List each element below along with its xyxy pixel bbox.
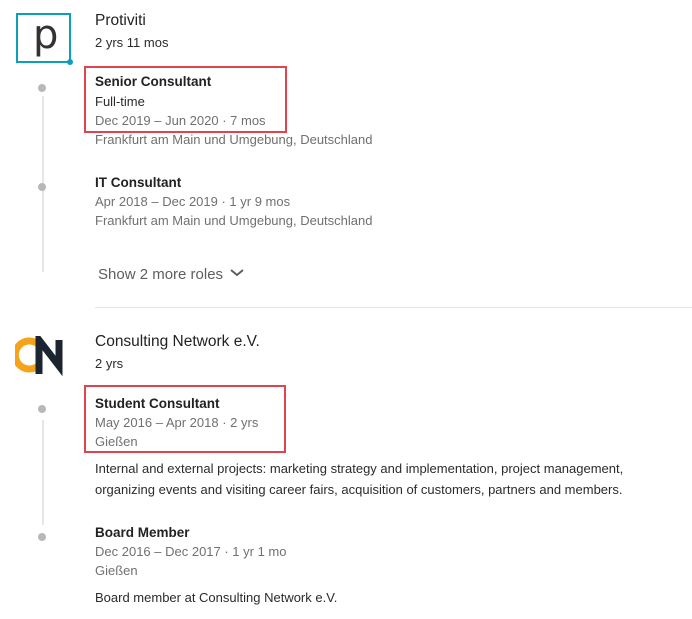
protiviti-logo[interactable]: p [16, 12, 73, 65]
company-duration: 2 yrs [95, 356, 124, 371]
role-title[interactable]: IT Consultant [95, 175, 181, 190]
timeline-dot [38, 533, 46, 541]
show-more-roles-button[interactable]: Show 2 more roles [98, 266, 244, 283]
role-dates: Apr 2018 – Dec 2019 · 1 yr 9 mos [95, 194, 291, 209]
logo-dot-icon [67, 59, 73, 65]
role-location: Frankfurt am Main und Umgebung, Deutschl… [95, 132, 373, 147]
highlight-box [84, 66, 287, 133]
highlight-box [84, 385, 286, 453]
role-title[interactable]: Board Member [95, 525, 190, 540]
chevron-down-icon [230, 269, 244, 277]
role-location: Gießen [95, 563, 138, 578]
role-dates: Dec 2016 – Dec 2017 · 1 yr 1 mo [95, 544, 287, 559]
timeline-line [42, 420, 44, 525]
section-divider [95, 307, 692, 308]
company-duration: 2 yrs 11 mos [95, 35, 169, 50]
show-more-label: Show 2 more roles [98, 266, 224, 283]
role-description: Internal and external projects: marketin… [95, 461, 624, 497]
protiviti-logo-glyph: p [33, 12, 59, 58]
role-location: Frankfurt am Main und Umgebung, Deutschl… [95, 213, 373, 228]
timeline-dot [38, 405, 46, 413]
cn-logo-icon [11, 329, 63, 377]
timeline-dot [38, 183, 46, 191]
company-name[interactable]: Consulting Network e.V. [95, 333, 260, 351]
company-name[interactable]: Protiviti [95, 12, 146, 30]
role-description: Board member at Consulting Network e.V. [95, 590, 338, 605]
consulting-network-logo[interactable] [11, 329, 73, 378]
timeline-dot [38, 84, 46, 92]
